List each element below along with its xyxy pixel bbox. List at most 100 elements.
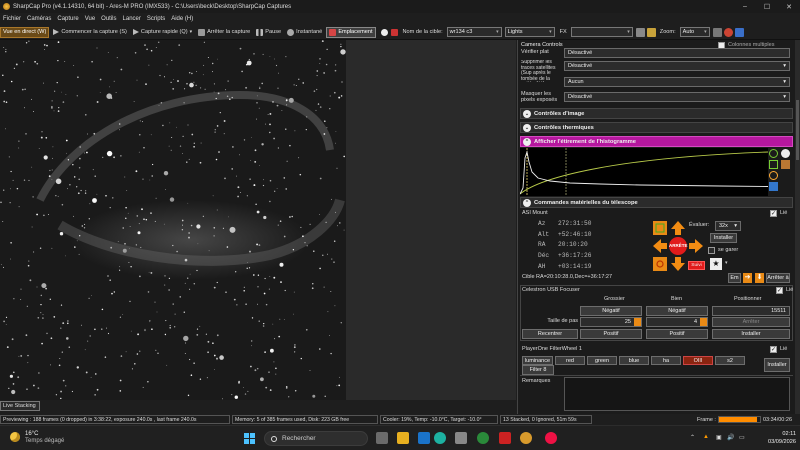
sharpcap-taskbar-icon[interactable] [520,432,532,444]
goto-button[interactable]: Em [728,273,741,283]
settings-icon[interactable] [646,27,656,37]
taskbar-search[interactable]: Rechercher [264,431,368,446]
filter-button-red[interactable]: red [555,356,585,365]
panel-scrollbar[interactable] [795,40,800,414]
fx-select[interactable]: ▾ [570,27,633,37]
slew-north-button[interactable] [671,221,685,235]
coarse-positive-button[interactable]: Positif [580,329,642,339]
filterwheel-install-button[interactable]: Installer [764,358,790,372]
tray-app-icon[interactable]: ▲ [703,434,709,440]
live-view-button[interactable]: Vue en direct (W) [0,26,50,38]
file-explorer-icon[interactable] [397,432,409,444]
star-dropdown-icon[interactable]: ▾ [725,260,728,266]
fine-step-stepper[interactable]: 4 [646,317,708,327]
fine-spin-icon[interactable] [700,318,707,326]
filter-button-ha[interactable]: ha [651,356,681,365]
minimize-icon[interactable]: – [734,3,756,11]
framing-button[interactable]: Emplacement [326,26,376,38]
mount-install-button[interactable]: Installer [710,233,737,243]
snapshot-button[interactable]: Instantané [285,27,324,38]
store-icon[interactable] [455,432,467,444]
close-icon[interactable]: ✕ [778,3,800,11]
menu-item-outils[interactable]: Outils [101,16,116,22]
slew-south-button[interactable] [671,257,685,271]
zoom-select[interactable]: Auto ▾ [679,27,710,37]
section-telescope[interactable]: ⌃ Commandes matérielles du télescope [520,197,793,208]
pause-button[interactable]: Pause [254,27,283,38]
flat-check-select[interactable]: Désactivé [564,48,790,58]
save-icon[interactable] [390,28,398,36]
slew-west-button[interactable] [653,239,667,253]
battery-icon[interactable]: ▭ [739,434,745,441]
slew-rate-select[interactable]: 32x ▾ [715,221,741,231]
menu-item-aide[interactable]: Aide (H) [171,16,193,22]
start-capture-button[interactable]: Commencer la capture (S) [51,27,129,38]
rotate-ccw-button[interactable] [653,221,667,235]
reset-icon[interactable] [769,171,778,180]
filterwheel-linked-checkbox[interactable]: ✓ [770,346,777,353]
save-stretch-icon[interactable] [769,182,778,191]
focuser-linked-checkbox[interactable]: ✓ [776,287,783,294]
quick-capture-button[interactable]: Capture rapide (Q) ▾ [131,27,194,38]
remarks-input[interactable] [564,377,790,411]
filter-button-green[interactable]: green [587,356,617,365]
filter-8-button[interactable]: Filter 8 [522,365,554,375]
tray-chevron-icon[interactable]: ⌃ [690,434,695,441]
taskbar-clock[interactable]: 02:11 03/09/2026 [768,430,796,446]
target-name-input[interactable]: wr134 c3 ▾ [446,27,502,37]
stop-capture-button[interactable]: Arrêter la capture [196,27,252,38]
histogram-icon[interactable] [712,27,722,37]
pin-icon[interactable] [734,27,744,37]
arrow-right-icon[interactable]: ➔ [743,273,752,283]
network-icon[interactable]: ▣ [716,434,722,441]
fine-negative-button[interactable]: Négatif [646,306,708,316]
live-stacking-tab[interactable]: Live Stacking [0,401,40,411]
park-checkbox[interactable] [708,247,715,254]
menu-item-scripts[interactable]: Scripts [147,16,165,22]
hot-pixels-select[interactable]: Désactivé ▾ [564,92,790,102]
crosshair-icon[interactable] [635,27,645,37]
target-icon[interactable] [723,27,733,37]
menu-item-vue[interactable]: Vue [85,16,95,22]
scrollbar-thumb[interactable] [796,100,799,160]
filter-button-blue[interactable]: blue [619,356,649,365]
section-image-controls[interactable]: ⌄ Contrôles d'image [520,108,793,119]
fine-positive-button[interactable]: Positif [646,329,708,339]
coarse-step-stepper[interactable]: 25 [580,317,642,327]
exposure-mode-select[interactable]: Aucun ▾ [564,77,790,87]
maximize-icon[interactable]: ☐ [756,3,778,11]
teams-icon[interactable] [418,432,430,444]
menu-item-fichier[interactable]: Fichier [3,16,21,22]
record-indicator-icon[interactable] [380,28,388,36]
park-button[interactable] [653,257,667,271]
volume-icon[interactable]: 🔊 [727,434,734,441]
menu-item-capture[interactable]: Capture [57,16,78,22]
tracking-button[interactable]: Suivi [688,261,705,270]
histogram-chart[interactable] [520,148,768,196]
menu-item-lancer[interactable]: Lancer [123,16,141,22]
section-thermal-controls[interactable]: ⌄ Contrôles thermiques [520,122,793,133]
filter-button-luminance[interactable]: luminance [522,356,553,365]
recenter-button[interactable]: Recentrer [522,329,578,339]
coarse-spin-icon[interactable] [634,318,641,326]
edge-icon[interactable] [434,432,446,444]
filter-button-oiii[interactable]: OIII [683,356,713,365]
focuser-position-field[interactable]: 15511 [712,306,790,316]
section-histogram[interactable]: ⌃ Afficher l'étirement de l'histogramme [520,136,793,147]
coarse-negative-button[interactable]: Négatif [580,306,642,316]
slew-east-button[interactable] [689,239,703,253]
star-align-icon[interactable]: ★ [710,258,722,270]
task-view-icon[interactable] [376,432,388,444]
app-red-icon[interactable] [499,432,511,444]
windows-start-icon[interactable] [244,433,255,444]
stop-at-button[interactable]: Arrêter à [766,273,790,283]
chrome-icon[interactable] [545,432,557,444]
lock-icon[interactable] [781,160,790,169]
weather-widget[interactable]: 16°C Temps dégagé [10,430,64,444]
image-viewer[interactable] [0,40,516,400]
mount-linked-checkbox[interactable]: ✓ [770,210,777,217]
contrast-icon[interactable] [781,149,790,158]
focuser-stop-button[interactable]: Arrêter [712,317,790,327]
arrow-down-icon[interactable]: ⬇ [755,273,764,283]
menu-item-cameras[interactable]: Caméras [27,16,51,22]
